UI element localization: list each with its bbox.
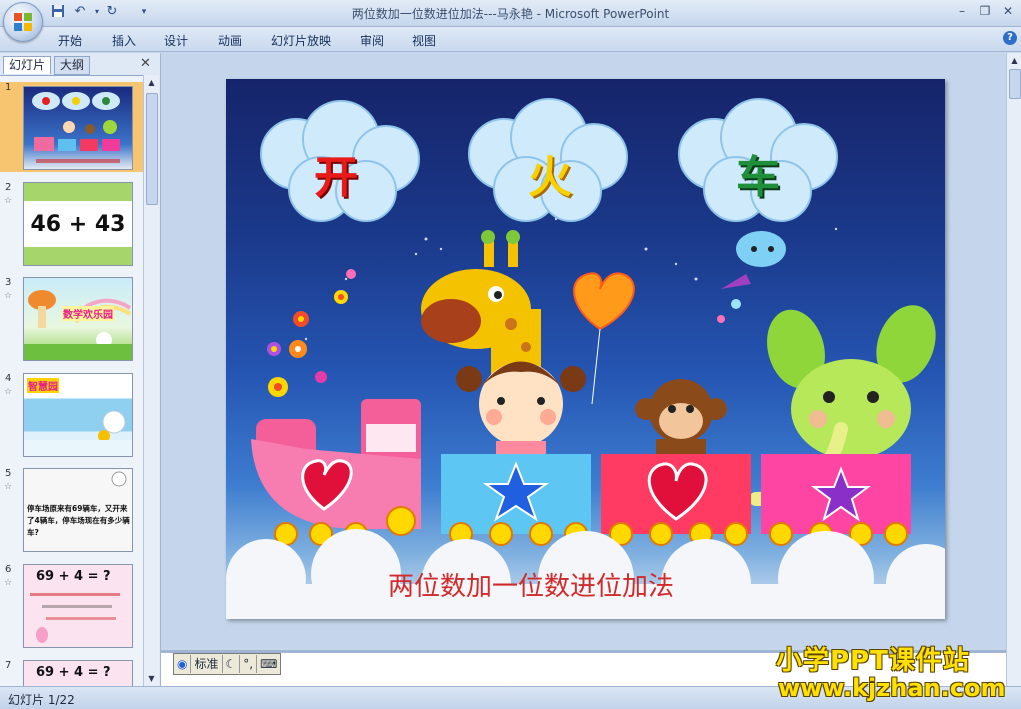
- slide-number: 7: [5, 660, 12, 671]
- editor-scrollbar[interactable]: ▲: [1006, 53, 1021, 686]
- slide-thumbnail-4[interactable]: 4 ☆ 智慧园: [0, 373, 143, 463]
- tab-slides[interactable]: 幻灯片: [3, 56, 52, 74]
- thumbnail-scrollbar[interactable]: ▲ ▼: [143, 75, 159, 686]
- ribbon-tabs: 开始 插入 设计 动画 幻灯片放映 审阅 视图 ?: [0, 27, 1021, 52]
- window-title: 两位数加一位数进位加法---马永艳 - Microsoft PowerPoint: [351, 7, 670, 21]
- thumbnail-image: 46 + 43: [23, 182, 133, 266]
- tab-design[interactable]: 设计: [164, 32, 188, 49]
- scroll-down-icon[interactable]: ▼: [144, 671, 159, 686]
- tab-insert[interactable]: 插入: [112, 32, 136, 49]
- slide-thumbnail-1[interactable]: 1: [0, 82, 143, 172]
- watermark-title: 小学PPT课件站: [776, 646, 970, 676]
- scroll-thumb[interactable]: [1009, 69, 1021, 99]
- thumbnail-text: 数学欢乐园: [62, 306, 114, 321]
- title-bar: ↶ ▾ ↻ ▾ 两位数加一位数进位加法---马永艳 - Microsoft Po…: [0, 0, 1021, 27]
- ime-keyboard-icon[interactable]: ⌨: [257, 655, 280, 673]
- slide-number: 4: [5, 373, 12, 384]
- help-icon[interactable]: ?: [1003, 31, 1017, 45]
- close-window-button[interactable]: ✕: [998, 3, 1018, 19]
- scroll-thumb[interactable]: [146, 93, 158, 205]
- scroll-up-icon[interactable]: ▲: [1007, 53, 1021, 68]
- thumbnail-image: 智慧园: [23, 373, 133, 457]
- thumbnail-image: 69 + 4 = ?: [23, 564, 133, 648]
- tab-slideshow[interactable]: 幻灯片放映: [271, 32, 331, 49]
- slide-title[interactable]: 两位数加一位数进位加法: [226, 566, 836, 603]
- cloud-char-1: 开: [314, 152, 358, 203]
- ime-punct-icon[interactable]: °,: [240, 655, 258, 673]
- cloud-char-3: 车: [736, 152, 780, 203]
- animation-star-icon: ☆: [4, 387, 13, 397]
- tab-review[interactable]: 审阅: [360, 32, 384, 49]
- slide-thumbnail-6[interactable]: 6 ☆ 69 + 4 = ?: [0, 564, 143, 654]
- slide-thumbnail-3[interactable]: 3 ☆ 数学欢乐园: [0, 277, 143, 367]
- thumbnail-image: [23, 86, 133, 170]
- tab-home[interactable]: 开始: [58, 32, 82, 49]
- animation-star-icon: ☆: [4, 291, 13, 301]
- minimize-button[interactable]: –: [952, 3, 972, 19]
- cloud-char-2: 火: [528, 152, 572, 203]
- slide-thumbnail-5[interactable]: 5 ☆ 停车场原来有69辆车，又开来了4辆车，停车场现在有多少辆车?: [0, 468, 143, 558]
- restore-button[interactable]: ❐: [975, 3, 995, 19]
- slide-counter: 幻灯片 1/22: [8, 693, 75, 707]
- slide-number: 5: [5, 468, 12, 479]
- slide-number: 2: [5, 182, 12, 193]
- tab-view[interactable]: 视图: [412, 32, 436, 49]
- thumbnail-text: 69 + 4 = ?: [36, 665, 111, 680]
- slide-thumbnail-2[interactable]: 2 ☆ 46 + 43: [0, 182, 143, 272]
- ime-toolbar[interactable]: ◉ 标准 ☾ °, ⌨: [173, 653, 282, 675]
- watermark-url: www.kjzhan.com: [778, 674, 1006, 702]
- ime-mode-label[interactable]: 标准: [191, 655, 223, 673]
- slide-number: 6: [5, 564, 12, 575]
- slide-number: 1: [5, 82, 12, 93]
- scroll-up-icon[interactable]: ▲: [144, 75, 159, 90]
- slide-canvas[interactable]: 开 火 车 两位数加一位数进位加法: [226, 79, 945, 619]
- animation-star-icon: ☆: [4, 578, 13, 588]
- tab-animations[interactable]: 动画: [218, 32, 242, 49]
- slides-pane: 幻灯片 大纲 ✕ 1 2 ☆ 46 + 43 3 ☆ 数学欢乐园 4 ☆ 智慧园…: [0, 53, 161, 687]
- office-button[interactable]: [3, 2, 43, 42]
- thumbnail-image: 停车场原来有69辆车，又开来了4辆车，停车场现在有多少辆车?: [23, 468, 133, 552]
- thumbnail-image: 数学欢乐园: [23, 277, 133, 361]
- slide-thumbnail-7[interactable]: 7 69 + 4 = ?: [0, 660, 143, 687]
- ime-logo-icon[interactable]: ◉: [174, 655, 192, 673]
- thumbnail-image: 69 + 4 = ?: [23, 660, 133, 687]
- thumbnail-list[interactable]: 1 2 ☆ 46 + 43 3 ☆ 数学欢乐园 4 ☆ 智慧园 5 ☆ 停车场原…: [0, 75, 143, 687]
- thumbnail-text: 46 + 43: [30, 212, 126, 237]
- animation-star-icon: ☆: [4, 482, 13, 492]
- slide-number: 3: [5, 277, 12, 288]
- close-icon[interactable]: ✕: [140, 56, 151, 71]
- animation-star-icon: ☆: [4, 196, 13, 206]
- thumbnail-text: 停车场原来有69辆车，又开来了4辆车，停车场现在有多少辆车?: [27, 504, 130, 537]
- ime-moon-icon[interactable]: ☾: [223, 655, 241, 673]
- tab-outline[interactable]: 大纲: [54, 56, 91, 75]
- office-logo-icon: [14, 13, 32, 31]
